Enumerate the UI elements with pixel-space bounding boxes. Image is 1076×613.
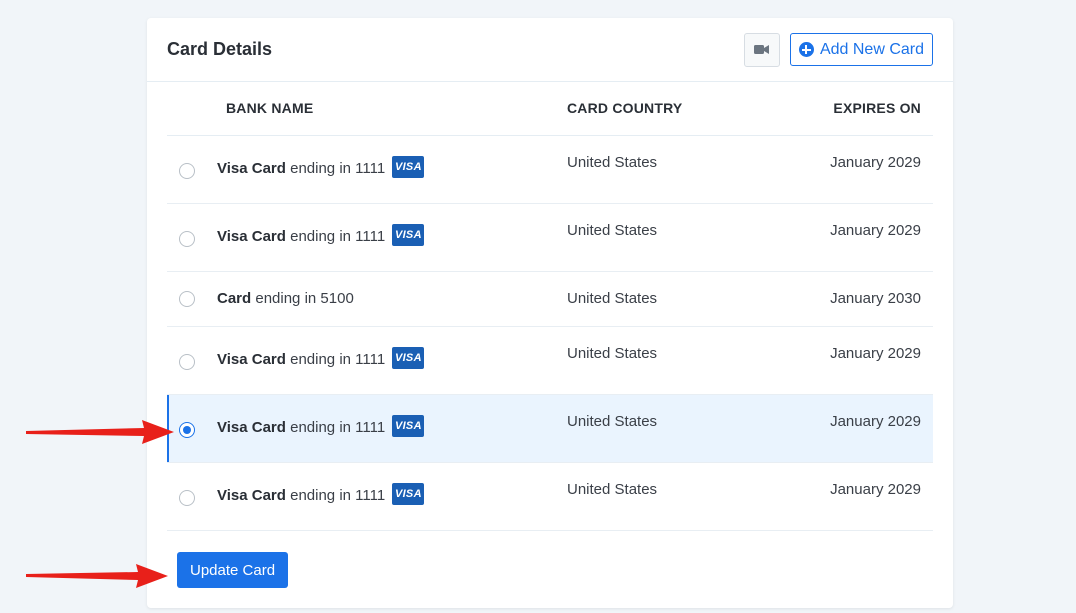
visa-logo-icon: VISA bbox=[392, 155, 425, 178]
header-card-country: CARD COUNTRY bbox=[567, 82, 807, 136]
video-camera-icon bbox=[754, 45, 770, 54]
radio-cell bbox=[167, 462, 217, 530]
card-radio-checked[interactable] bbox=[179, 421, 195, 438]
card-country: United States bbox=[567, 153, 658, 171]
card-expires: January 2029 bbox=[830, 221, 921, 239]
card-expires: January 2029 bbox=[830, 412, 921, 430]
radio-cell bbox=[167, 271, 217, 326]
radio-cell bbox=[167, 326, 217, 394]
card-suffix: ending in 1111 bbox=[290, 159, 386, 177]
card-country: United States bbox=[567, 412, 658, 430]
card-radio[interactable] bbox=[179, 353, 195, 370]
video-tutorial-button[interactable] bbox=[743, 32, 780, 67]
red-arrow-icon bbox=[26, 420, 174, 444]
card-brand: Card bbox=[217, 289, 252, 307]
visa-logo-icon: VISA bbox=[392, 346, 425, 369]
plus-circle-icon bbox=[798, 42, 814, 57]
bank-name-cell: Visa Card ending in 1111 VISA bbox=[217, 394, 567, 462]
card-expires: January 2030 bbox=[830, 289, 921, 307]
card-brand: Visa Card bbox=[217, 227, 286, 245]
header-bank-name: BANK NAME bbox=[167, 82, 567, 136]
table-row[interactable]: Visa Card ending in 1111 VISA United Sta… bbox=[167, 326, 933, 394]
visa-logo-icon: VISA bbox=[392, 223, 425, 246]
card-suffix: ending in 1111 bbox=[290, 418, 386, 436]
card-radio[interactable] bbox=[179, 290, 195, 307]
card-brand: Visa Card bbox=[217, 486, 286, 504]
visa-logo-icon: VISA bbox=[392, 414, 425, 437]
card-radio[interactable] bbox=[179, 230, 195, 247]
card-suffix: ending in 1111 bbox=[290, 486, 386, 504]
table-row[interactable]: Visa Card ending in 1111 VISA United Sta… bbox=[167, 135, 933, 203]
add-new-card-button[interactable]: Add New Card bbox=[789, 33, 933, 66]
card-country: United States bbox=[567, 344, 658, 362]
table-row[interactable]: Card ending in 5100 United States Januar… bbox=[167, 271, 933, 326]
bank-name-cell: Visa Card ending in 1111 VISA bbox=[217, 462, 567, 530]
red-arrow-icon bbox=[26, 564, 168, 588]
card-expires: January 2029 bbox=[830, 344, 921, 362]
card-radio[interactable] bbox=[179, 162, 195, 179]
header-actions: Add New Card bbox=[743, 32, 933, 67]
bank-name-cell: Visa Card ending in 1111 VISA bbox=[217, 203, 567, 271]
card-brand: Visa Card bbox=[217, 159, 286, 177]
panel-title: Card Details bbox=[167, 39, 273, 59]
card-suffix: ending in 1111 bbox=[290, 350, 386, 368]
card-country: United States bbox=[567, 289, 658, 307]
card-brand: Visa Card bbox=[217, 418, 286, 436]
add-new-card-label: Add New Card bbox=[819, 40, 924, 58]
update-card-button[interactable]: Update Card bbox=[177, 552, 289, 588]
card-expires: January 2029 bbox=[830, 480, 921, 498]
radio-cell bbox=[167, 135, 217, 203]
panel-header: Card Details Add New Card bbox=[147, 18, 953, 82]
cards-table: BANK NAME CARD COUNTRY EXPIRES ON Visa C… bbox=[167, 82, 933, 531]
card-brand: Visa Card bbox=[217, 350, 286, 368]
card-details-panel: Card Details Add New Card BANK NAME CARD… bbox=[147, 18, 953, 608]
bank-name-cell: Visa Card ending in 1111 VISA bbox=[217, 326, 567, 394]
card-radio[interactable] bbox=[179, 489, 195, 506]
card-expires: January 2029 bbox=[830, 153, 921, 171]
card-suffix: ending in 5100 bbox=[255, 289, 354, 307]
bank-name-cell: Visa Card ending in 1111 VISA bbox=[217, 135, 567, 203]
card-suffix: ending in 1111 bbox=[290, 227, 386, 245]
bank-name-cell: Card ending in 5100 bbox=[217, 271, 567, 326]
card-country: United States bbox=[567, 480, 658, 498]
table-header-row: BANK NAME CARD COUNTRY EXPIRES ON bbox=[167, 82, 933, 136]
header-expires-on: EXPIRES ON bbox=[807, 82, 933, 136]
card-country: United States bbox=[567, 221, 658, 239]
visa-logo-icon: VISA bbox=[392, 482, 425, 505]
table-row[interactable]: Visa Card ending in 1111 VISA United Sta… bbox=[167, 203, 933, 271]
radio-cell bbox=[167, 203, 217, 271]
table-row[interactable]: Visa Card ending in 1111 VISA United Sta… bbox=[167, 462, 933, 530]
table-row-selected[interactable]: Visa Card ending in 1111 VISA United Sta… bbox=[167, 394, 933, 462]
